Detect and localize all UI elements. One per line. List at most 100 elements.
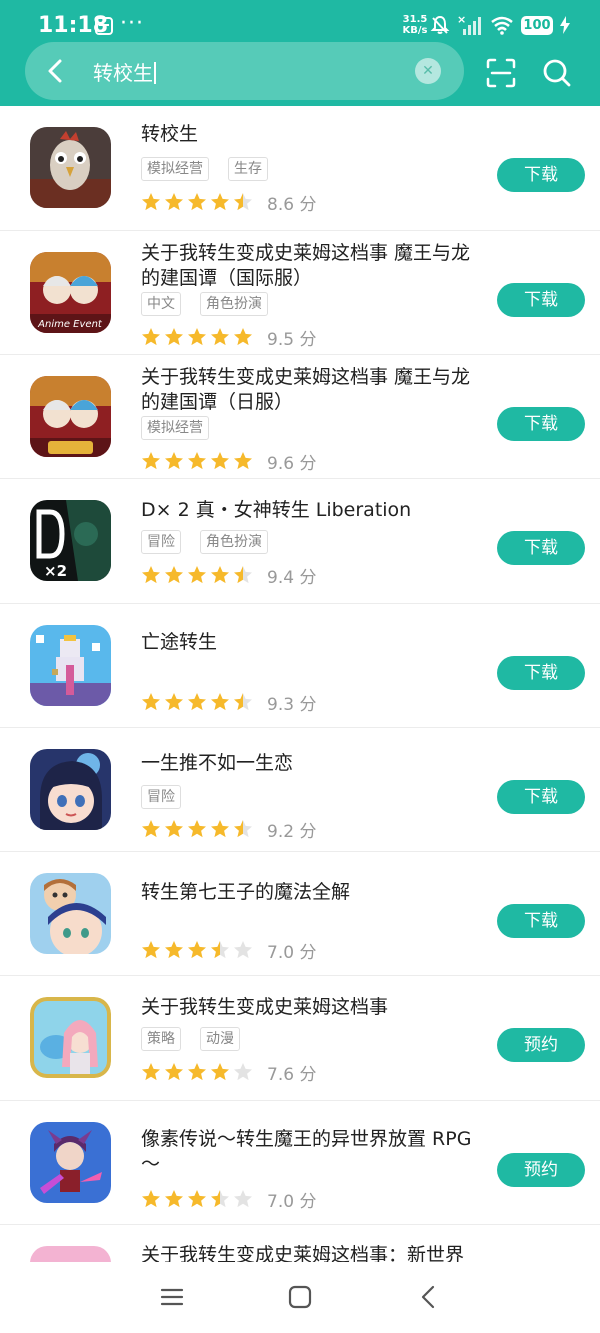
reserve-button[interactable]: 预约 <box>497 1028 585 1062</box>
star-rating <box>141 192 253 212</box>
star-icon <box>211 941 229 959</box>
search-icon[interactable] <box>542 58 572 88</box>
app-tag: 策略 <box>141 1027 181 1051</box>
download-button[interactable]: 下载 <box>497 904 585 938</box>
app-icon-zhuanxiaosheng[interactable] <box>30 127 111 208</box>
bell-off-icon <box>430 15 450 34</box>
app-score: 9.6 分 <box>267 453 317 474</box>
download-button[interactable]: 下载 <box>497 656 585 690</box>
star-icon <box>211 328 229 346</box>
app-tags: 策略 动漫 <box>141 1027 240 1051</box>
app-tag: 动漫 <box>200 1027 240 1051</box>
star-icon <box>142 693 160 711</box>
star-icon <box>188 693 206 711</box>
menu-icon[interactable] <box>157 1282 187 1312</box>
star-icon <box>165 820 183 838</box>
star-icon <box>234 452 252 470</box>
app-score: 7.0 分 <box>267 942 317 963</box>
star-icon <box>188 328 206 346</box>
app-title[interactable]: 关于我转生变成史莱姆这档事 <box>141 995 486 1020</box>
star-rating <box>141 327 253 347</box>
app-tag: 模拟经营 <box>141 157 209 181</box>
star-icon <box>188 941 206 959</box>
scan-icon[interactable] <box>486 58 516 88</box>
app-list-item[interactable]: 一生推不如一生恋 冒险 9.2 分 下载 <box>0 728 600 852</box>
download-button[interactable]: 下载 <box>497 158 585 192</box>
app-title[interactable]: 像素传说～转生魔王的异世界放置 RPG～ <box>141 1127 486 1177</box>
search-bar[interactable]: 转校生 ✕ <box>25 42 464 100</box>
app-list-item[interactable]: 关于我转生变成史莱姆这档事 策略 动漫 7.6 分 预约 <box>0 976 600 1101</box>
reserve-button[interactable]: 预约 <box>497 1153 585 1187</box>
app-icon-wangtu-zhuansheng[interactable] <box>30 625 111 706</box>
app-icon-dx2-liberation[interactable]: ×2 <box>30 500 111 581</box>
star-icon <box>165 1063 183 1081</box>
app-list-item[interactable]: ×2 D× 2 真・女神转生 Liberation 冒险 角色扮演 9.4 分 … <box>0 479 600 604</box>
app-title[interactable]: 亡途转生 <box>141 630 486 655</box>
download-button[interactable]: 下载 <box>497 780 585 814</box>
more-notifications-icon: ··· <box>120 11 144 36</box>
star-icon <box>142 193 160 211</box>
system-navigation-bar <box>0 1262 600 1333</box>
app-rating: 8.6 分 <box>141 191 316 215</box>
star-icon <box>188 1190 206 1208</box>
app-title[interactable]: 关于我转生变成史莱姆这档事：新世界 <box>141 1243 486 1262</box>
app-list-item[interactable]: 亡途转生 9.3 分 下载 <box>0 604 600 728</box>
star-icon <box>188 820 206 838</box>
app-rating: 7.6 分 <box>141 1061 317 1085</box>
app-title[interactable]: 转校生 <box>141 122 486 147</box>
app-title[interactable]: 关于我转生变成史莱姆这档事 魔王与龙的建国谭（日服） <box>141 365 486 415</box>
app-icon-pixel-legend[interactable] <box>30 1122 111 1203</box>
star-icon <box>165 566 183 584</box>
star-icon <box>165 693 183 711</box>
star-rating <box>141 940 253 960</box>
app-tag: 冒险 <box>141 785 181 809</box>
app-tags: 中文 角色扮演 <box>141 292 268 316</box>
search-query: 转校生 <box>93 61 153 85</box>
app-tag: 中文 <box>141 292 181 316</box>
home-icon[interactable] <box>285 1282 315 1312</box>
app-score: 7.6 分 <box>267 1064 317 1085</box>
back-arrow-icon[interactable] <box>38 53 74 89</box>
clear-search-button[interactable]: ✕ <box>415 58 441 84</box>
app-icon-slime[interactable] <box>30 997 111 1078</box>
network-speed-value: 31.5 <box>402 14 428 25</box>
app-list-item[interactable]: 转生第七王子的魔法全解 7.0 分 下载 <box>0 852 600 976</box>
app-icon-slime-new-world[interactable] <box>30 1246 111 1262</box>
app-list-item[interactable]: 关于我转生变成史莱姆这档事 魔王与龙的建国谭（日服） 模拟经营 9.6 分 下载 <box>0 355 600 479</box>
search-input[interactable]: 转校生 <box>93 57 156 86</box>
star-icon <box>142 1063 160 1081</box>
app-list-item[interactable]: 关于我转生变成史莱姆这档事：新世界 <box>0 1225 600 1262</box>
app-title[interactable]: 关于我转生变成史莱姆这档事 魔王与龙的建国谭（国际服） <box>141 241 486 291</box>
app-title[interactable]: 一生推不如一生恋 <box>141 751 486 776</box>
download-button[interactable]: 下载 <box>497 531 585 565</box>
app-tags: 冒险 角色扮演 <box>141 530 268 554</box>
star-icon <box>142 452 160 470</box>
star-icon <box>211 1063 229 1081</box>
star-icon <box>234 328 252 346</box>
download-button[interactable]: 下载 <box>497 283 585 317</box>
app-list-item[interactable]: Anime Event 关于我转生变成史莱姆这档事 魔王与龙的建国谭（国际服） … <box>0 231 600 355</box>
app-header: 11:18 ··· 31.5 KB/s × 100 转校生 ✕ <box>0 0 600 106</box>
app-title[interactable]: 转生第七王子的魔法全解 <box>141 880 486 905</box>
star-icon <box>165 328 183 346</box>
app-tag: 角色扮演 <box>200 530 268 554</box>
app-score: 9.5 分 <box>267 329 317 350</box>
star-icon <box>234 1190 252 1208</box>
signal-icon: × <box>457 14 481 35</box>
star-icon <box>142 820 160 838</box>
app-icon-slime-japan[interactable] <box>30 376 111 457</box>
back-icon[interactable] <box>414 1282 444 1312</box>
app-rating: 7.0 分 <box>141 1188 316 1212</box>
app-list-item[interactable]: 像素传说～转生魔王的异世界放置 RPG～ 7.0 分 预约 <box>0 1101 600 1225</box>
star-icon <box>165 941 183 959</box>
app-title[interactable]: D× 2 真・女神转生 Liberation <box>141 498 486 523</box>
app-icon-slime-international[interactable]: Anime Event <box>30 252 111 333</box>
app-icon-seventh-prince[interactable] <box>30 873 111 954</box>
star-rating <box>141 819 253 839</box>
search-results-list[interactable]: 转校生 模拟经营 生存 8.6 分 下载 Anime Event 关于我转生变成… <box>0 106 600 1262</box>
app-tag: 角色扮演 <box>200 292 268 316</box>
download-button[interactable]: 下载 <box>497 407 585 441</box>
app-list-item[interactable]: 转校生 模拟经营 生存 8.6 分 下载 <box>0 106 600 231</box>
star-icon <box>142 328 160 346</box>
app-icon-yisheng-tui[interactable] <box>30 749 111 830</box>
